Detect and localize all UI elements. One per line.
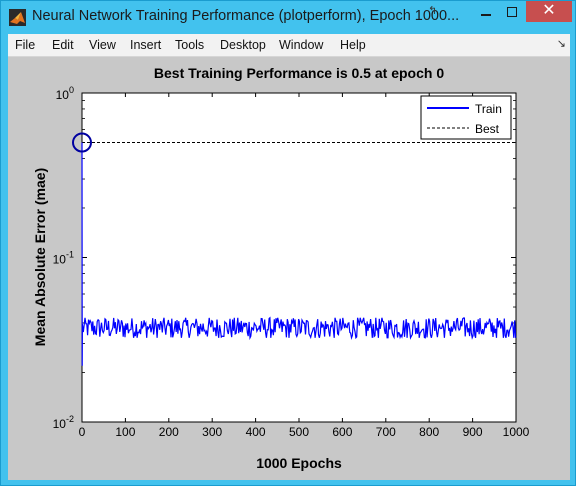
undock-icon[interactable]: ↰ [428, 4, 437, 17]
legend-train-label: Train [475, 102, 502, 116]
x-tick-label: 900 [463, 425, 483, 439]
performance-plot: Best Training Performance is 0.5 at epoc… [32, 65, 530, 471]
x-tick-label: 500 [289, 425, 309, 439]
y-axis-label: Mean Absolute Error (mae) [32, 168, 48, 346]
minimize-button[interactable] [473, 2, 499, 22]
x-tick-label: 700 [376, 425, 396, 439]
x-axis-label: 1000 Epochs [256, 455, 342, 471]
maximize-button[interactable] [499, 2, 525, 22]
x-tick-label: 400 [246, 425, 266, 439]
y-tick-label: 100 [56, 85, 74, 102]
dock-figure-icon[interactable]: ↘ [557, 37, 566, 50]
x-tick-label: 300 [202, 425, 222, 439]
x-tick-label: 200 [159, 425, 179, 439]
plot-title: Best Training Performance is 0.5 at epoc… [154, 65, 444, 81]
window-title: Neural Network Training Performance (plo… [32, 8, 460, 24]
figure-window: Neural Network Training Performance (plo… [0, 0, 576, 486]
menu-view[interactable]: View [89, 38, 116, 52]
x-tick-label: 100 [115, 425, 135, 439]
menu-help[interactable]: Help [340, 38, 366, 52]
x-tick-label: 0 [79, 425, 86, 439]
menu-insert[interactable]: Insert [130, 38, 161, 52]
maximize-icon [507, 7, 517, 17]
x-tick-label: 600 [332, 425, 352, 439]
y-tick-label: 10-2 [53, 414, 74, 431]
x-tick-label: 800 [419, 425, 439, 439]
menu-file[interactable]: File [15, 38, 35, 52]
menu-tools[interactable]: Tools [175, 38, 204, 52]
menu-edit[interactable]: Edit [52, 38, 74, 52]
legend[interactable]: Train Best [420, 95, 512, 140]
minimize-icon [481, 14, 491, 16]
y-tick-label: 10-1 [53, 250, 74, 267]
menu-desktop[interactable]: Desktop [220, 38, 266, 52]
x-tick-label: 1000 [503, 425, 530, 439]
legend-best-label: Best [475, 122, 500, 136]
close-button[interactable]: ✕ [526, 1, 572, 22]
figure-area: Best Training Performance is 0.5 at epoc… [8, 57, 570, 480]
menu-bar: File Edit View Insert Tools Desktop Wind… [8, 34, 570, 57]
matlab-logo-icon [9, 9, 26, 26]
menu-window[interactable]: Window [279, 38, 323, 52]
title-bar[interactable]: Neural Network Training Performance (plo… [1, 1, 576, 34]
